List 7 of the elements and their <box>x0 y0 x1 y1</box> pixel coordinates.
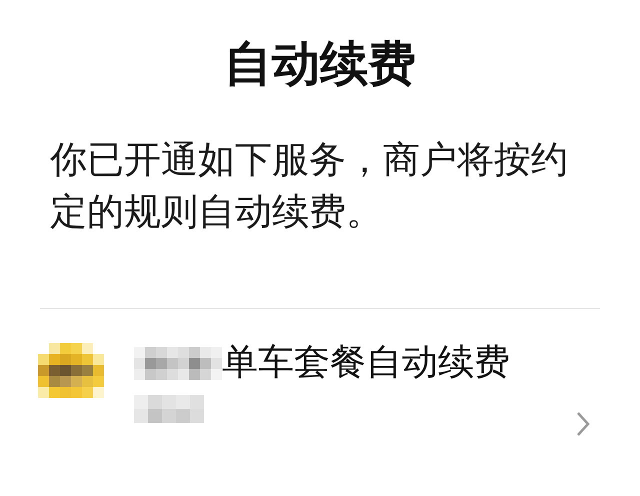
page-title: 自动续费 <box>223 35 417 94</box>
blurred-text <box>134 395 204 423</box>
service-name: 单车套餐自动续费 <box>222 341 510 385</box>
description-text: 你已开通如下服务，商户将按约定的规则自动续费。 <box>50 137 569 235</box>
app-icon <box>38 343 104 398</box>
service-row[interactable]: 单车套餐自动续费 <box>38 341 590 437</box>
chevron-right-icon <box>576 411 590 437</box>
